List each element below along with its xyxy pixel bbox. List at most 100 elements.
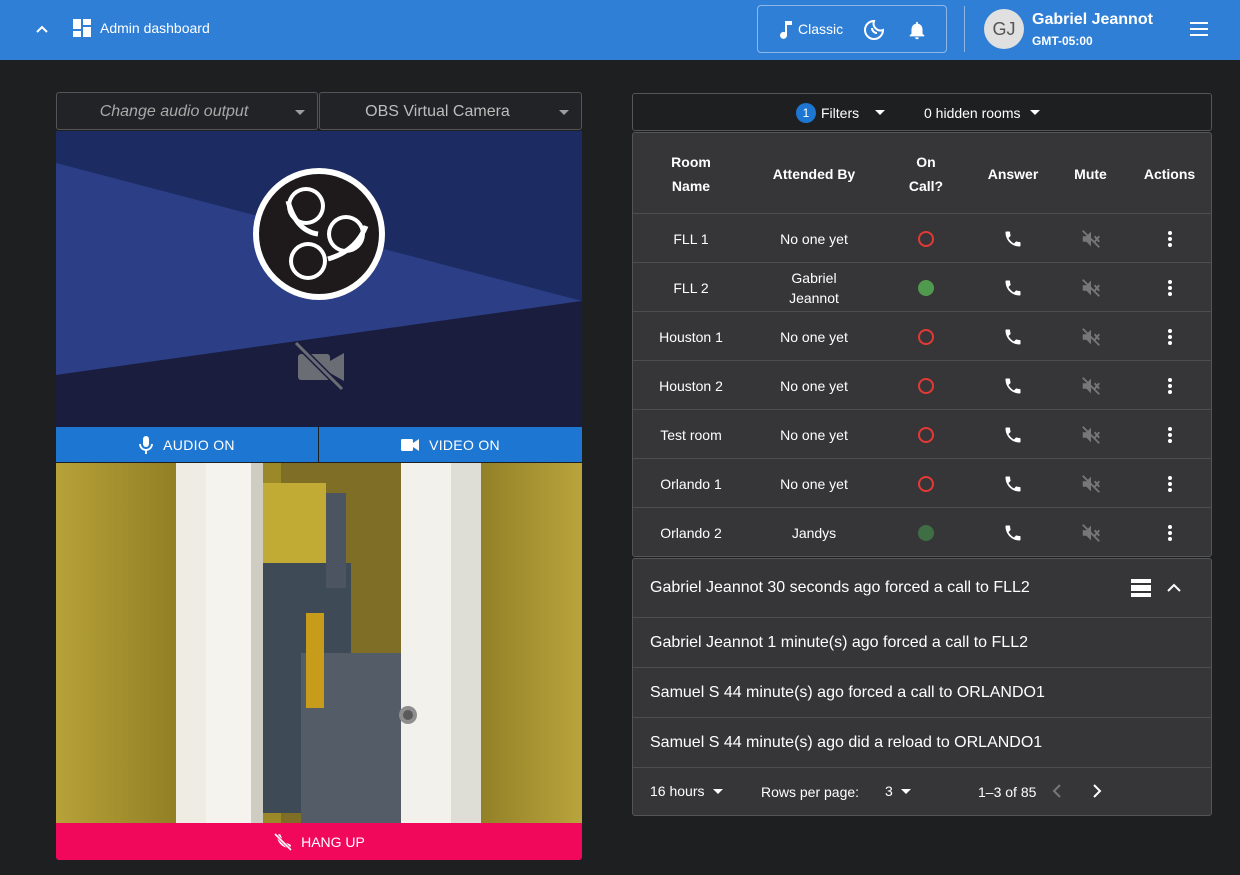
on-call-active-indicator (918, 279, 934, 296)
more-vert-icon (1167, 475, 1172, 492)
log-latest-text: Gabriel Jeannot 30 seconds ago forced a … (650, 579, 1030, 596)
mute-button[interactable] (1053, 410, 1128, 459)
theme-classic-button[interactable]: Classic (798, 21, 843, 37)
dropdown-arrow-icon[interactable] (901, 789, 911, 794)
answer-button[interactable] (973, 508, 1053, 557)
on-call-inactive-indicator (918, 230, 934, 247)
activity-log: Gabriel Jeannot 30 seconds ago forced a … (632, 558, 1212, 816)
audio-toggle-label: AUDIO ON (163, 436, 235, 453)
log-entry: Samuel S 44 minute(s) ago forced a call … (633, 668, 1211, 718)
hang-up-button[interactable]: HANG UP (56, 823, 582, 860)
view-list-icon[interactable] (1131, 579, 1151, 597)
on-call-cell (879, 459, 973, 508)
attended-by-cell: No one yet (780, 475, 848, 492)
row-actions-button[interactable] (1128, 410, 1211, 459)
remote-video-feed (56, 463, 582, 823)
chevron-up-icon[interactable] (30, 18, 54, 42)
mute-button[interactable] (1053, 214, 1128, 263)
row-actions-button[interactable] (1128, 312, 1211, 361)
camera-select-value: OBS Virtual Camera (365, 103, 510, 120)
mute-button[interactable] (1053, 361, 1128, 410)
answer-button[interactable] (973, 312, 1053, 361)
phone-icon (1005, 378, 1021, 393)
hidden-rooms-button[interactable]: 0 hidden rooms (924, 105, 1021, 121)
answer-button[interactable] (973, 410, 1053, 459)
user-name: Gabriel Jeannot (1032, 11, 1153, 28)
rows-per-page-select[interactable]: 3 (885, 783, 893, 799)
row-actions-button[interactable] (1128, 214, 1211, 263)
mute-button[interactable] (1053, 459, 1128, 508)
row-actions-button[interactable] (1128, 263, 1211, 312)
column-header-actions: Actions (1143, 165, 1196, 182)
mute-button[interactable] (1053, 263, 1128, 312)
column-header-answer: Answer (987, 165, 1039, 182)
dark-mode-icon[interactable] (862, 18, 886, 42)
more-vert-icon (1167, 279, 1172, 296)
log-pagination: 16 hours Rows per page: 3 1–3 of 85 (633, 767, 1211, 816)
log-latest-entry: Gabriel Jeannot 30 seconds ago forced a … (633, 559, 1211, 618)
music-note-icon (780, 21, 792, 39)
more-vert-icon (1167, 377, 1172, 394)
room-name-cell: Orlando 1 (660, 475, 722, 492)
time-window-select[interactable]: 16 hours (650, 783, 704, 799)
on-call-cell (879, 312, 973, 361)
on-call-inactive-indicator (918, 377, 934, 394)
audio-toggle-button[interactable]: AUDIO ON (56, 427, 318, 462)
camera-frame-image (56, 463, 582, 823)
menu-icon[interactable] (1187, 17, 1211, 41)
audio-output-select[interactable]: Change audio output (56, 92, 318, 130)
dropdown-arrow-icon (295, 110, 305, 115)
mute-button[interactable] (1053, 508, 1128, 557)
answer-button[interactable] (973, 263, 1053, 312)
answer-button[interactable] (973, 361, 1053, 410)
table-row: Test room No one yet (633, 410, 1211, 459)
on-call-active-indicator (918, 524, 934, 541)
table-row: Houston 2 No one yet (633, 361, 1211, 410)
answer-button[interactable] (973, 214, 1053, 263)
on-call-inactive-indicator (918, 328, 934, 345)
dropdown-arrow-icon[interactable] (875, 110, 885, 115)
dashboard-icon (73, 19, 91, 37)
avatar[interactable]: GJ (984, 9, 1024, 49)
log-entry: Samuel S 44 minute(s) ago did a reload t… (633, 718, 1211, 768)
row-actions-button[interactable] (1128, 459, 1211, 508)
room-name-cell: FLL 2 (673, 279, 709, 296)
phone-icon (1005, 231, 1021, 246)
theme-toolbar: Classic (757, 5, 947, 53)
phone-icon (1005, 476, 1021, 491)
row-actions-button[interactable] (1128, 508, 1211, 557)
attended-by-cell: No one yet (780, 426, 848, 443)
hang-up-label: HANG UP (301, 833, 365, 850)
filter-count-badge: 1 (796, 103, 816, 123)
column-header-attended-by[interactable]: Attended By (749, 133, 879, 214)
chevron-up-icon[interactable] (1166, 581, 1182, 595)
mute-button[interactable] (1053, 312, 1128, 361)
row-actions-button[interactable] (1128, 361, 1211, 410)
table-header: Room Name Attended By On Call? Answer Mu… (633, 133, 1211, 214)
column-header-room-name[interactable]: Room Name (633, 133, 749, 214)
obs-logo-icon (253, 168, 385, 300)
call-end-icon (274, 832, 293, 851)
chevron-left-icon[interactable] (1051, 784, 1063, 798)
top-app-bar: Admin dashboard Classic GJ Gabriel Jeann… (0, 0, 1240, 60)
attended-by-cell: No one yet (780, 328, 848, 345)
pagination-range: 1–3 of 85 (978, 784, 1037, 800)
answer-button[interactable] (973, 459, 1053, 508)
attended-by-cell: No one yet (780, 377, 848, 394)
log-entry: Gabriel Jeannot 1 minute(s) ago forced a… (633, 618, 1211, 668)
user-timezone: GMT-05:00 (1032, 34, 1093, 48)
chevron-right-icon[interactable] (1091, 784, 1103, 798)
volume-off-icon (1081, 474, 1100, 493)
volume-off-icon (1081, 376, 1100, 395)
rooms-table: Room Name Attended By On Call? Answer Mu… (632, 132, 1212, 557)
filters-button[interactable]: Filters (821, 105, 859, 121)
column-header-on-call[interactable]: On Call? (879, 133, 973, 214)
dropdown-arrow-icon[interactable] (1030, 110, 1040, 115)
notifications-icon[interactable] (906, 19, 928, 41)
local-video-preview (56, 131, 582, 427)
camera-select[interactable]: OBS Virtual Camera (319, 92, 582, 130)
rows-per-page-label: Rows per page: (761, 784, 860, 800)
video-toggle-button[interactable]: VIDEO ON (319, 427, 582, 462)
phone-icon (1005, 525, 1021, 540)
dropdown-arrow-icon[interactable] (713, 789, 723, 794)
